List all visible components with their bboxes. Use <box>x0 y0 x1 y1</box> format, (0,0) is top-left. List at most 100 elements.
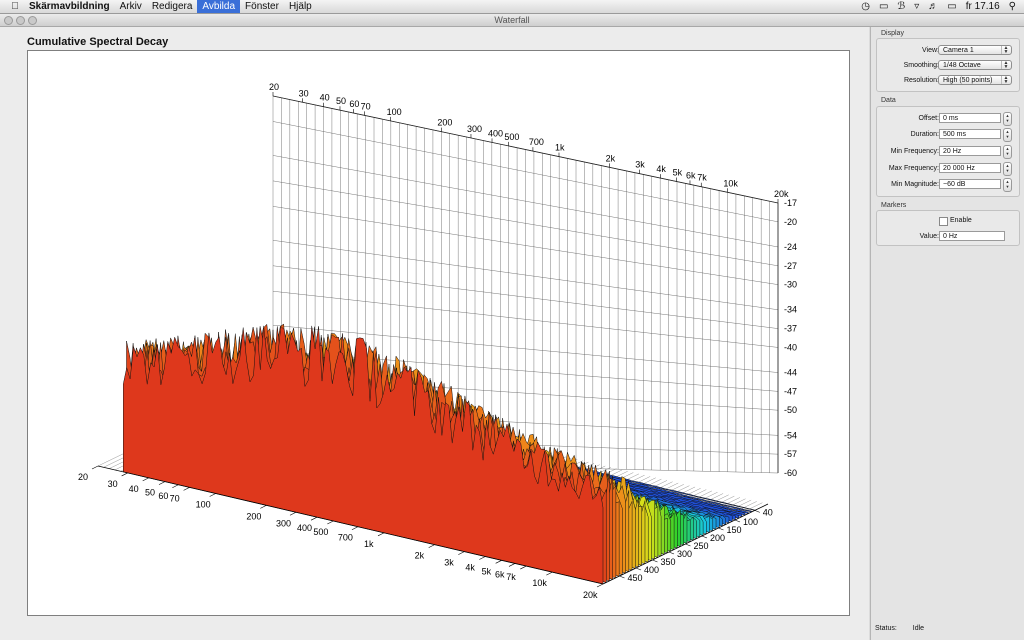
magnitude-tick-label: -20 <box>784 217 797 227</box>
freq-tick-label-back: 6k <box>686 170 696 180</box>
freq-tick-label-back: 10k <box>723 178 738 188</box>
menu-app[interactable]: Skärmavbildning <box>24 0 115 13</box>
marker-value-row: Value: 0 Hz <box>877 231 1019 243</box>
magnitude-tick-label: -50 <box>784 405 797 415</box>
offset-field[interactable]: 0 ms <box>939 113 1001 123</box>
freq-tick-label-back: 100 <box>387 107 402 117</box>
min-frequency-field[interactable]: 20 Hz <box>939 146 1001 156</box>
smoothing-label: Smoothing: <box>903 62 939 69</box>
freq-tick-label-back: 40 <box>320 93 330 103</box>
freq-tick-label-back: 20 <box>269 82 279 92</box>
minimize-button[interactable] <box>16 16 25 25</box>
freq-tick-label-back: 700 <box>529 137 544 147</box>
magnitude-tick-label: -47 <box>784 386 797 396</box>
offset-row: Offset: 0 ms ▲ ▼ <box>877 112 1019 126</box>
resolution-row: Resolution: High (50 points) ▲ ▼ <box>877 75 1019 87</box>
time-tick-label: 40 <box>763 507 773 517</box>
battery-icon[interactable]: ▭ <box>947 1 956 12</box>
freq-tick <box>428 544 435 548</box>
time-tick <box>718 527 724 531</box>
min-magnitude-stepper[interactable]: ▲ ▼ <box>1003 178 1012 192</box>
volume-icon[interactable]: ♬ <box>928 1 938 12</box>
freq-tick <box>327 520 334 525</box>
freq-tick <box>377 532 385 537</box>
magnitude-tick-label: -27 <box>784 261 797 271</box>
magnitude-tick-label: -34 <box>784 305 797 315</box>
freq-tick <box>172 484 179 489</box>
resolution-select[interactable]: High (50 points) ▲ ▼ <box>938 75 1012 85</box>
max-frequency-field[interactable]: 20 000 Hz <box>939 163 1001 173</box>
markers-group-title: Markers <box>881 202 907 209</box>
freq-tick-label: 20k <box>583 590 598 600</box>
data-group-title: Data <box>881 97 896 104</box>
smoothing-select[interactable]: 1/48 Octave ▲ ▼ <box>938 60 1012 70</box>
marker-value-field[interactable]: 0 Hz <box>939 231 1005 241</box>
markers-group: Enable Value: 0 Hz <box>876 210 1020 246</box>
offset-stepper[interactable]: ▲ ▼ <box>1003 112 1012 126</box>
duration-stepper[interactable]: ▲ ▼ <box>1003 128 1012 142</box>
enable-label[interactable]: Enable <box>950 217 972 224</box>
menu-extras: ◷ ▭ ℬ ▿ ♬ ▭ fr 17.16 ⚲ <box>861 1 1024 12</box>
enable-checkbox[interactable] <box>939 217 948 226</box>
freq-tick-label: 10k <box>532 578 547 588</box>
duration-row: Duration: 500 ms ▲ ▼ <box>877 128 1019 142</box>
freq-tick-label: 1k <box>364 539 374 549</box>
clock[interactable]: fr 17.16 <box>966 1 1000 12</box>
offset-label: Offset: <box>918 115 940 122</box>
spotlight-icon[interactable]: ⚲ <box>1009 1 1016 12</box>
magnitude-tick-label: -40 <box>784 342 797 352</box>
freq-tick <box>158 481 166 485</box>
freq-tick-label-back: 5k <box>673 168 683 178</box>
waterfall-plot[interactable]: -17 -20 -24 -27 -30 -34 -37 -40 -44 -47 -50 -54 -57 -… <box>28 51 849 615</box>
window-titlebar: Waterfall <box>0 14 1024 27</box>
chart-title: Cumulative Spectral Decay <box>27 36 169 48</box>
magnitude-tick-label: -44 <box>784 368 797 378</box>
max-frequency-stepper[interactable]: ▲ ▼ <box>1003 162 1012 176</box>
view-label: View: <box>922 47 939 54</box>
magnitude-tick-label: -24 <box>784 242 797 252</box>
view-select[interactable]: Camera 1 ▲ ▼ <box>938 45 1012 55</box>
min-frequency-row: Min Frequency: 20 Hz ▲ ▼ <box>877 145 1019 159</box>
freq-tick-label: 60 <box>158 491 168 501</box>
max-frequency-row: Max Frequency: 20 000 Hz ▲ ▼ <box>877 162 1019 176</box>
time-tick <box>668 551 675 555</box>
plot-frame[interactable]: -17 -20 -24 -27 -30 -34 -37 -40 -44 -47 -50 -54 -57 -… <box>27 50 850 616</box>
zoom-button[interactable] <box>28 16 37 25</box>
time-machine-icon[interactable]: ◷ <box>861 1 870 12</box>
freq-tick-label: 300 <box>276 518 291 528</box>
settings-panel: Display View: Camera 1 ▲ ▼ Smoothing: 1/48… <box>870 27 1024 640</box>
min-magnitude-row: Min Magnitude: −60 dB ▲ ▼ <box>877 178 1019 192</box>
freq-tick <box>91 465 99 470</box>
menu-hjalp[interactable]: Hjälp <box>284 0 317 13</box>
freq-tick-label-back: 60 <box>349 99 359 109</box>
window-controls <box>4 16 37 25</box>
time-tick <box>701 535 708 539</box>
freq-tick-label-back: 50 <box>336 96 346 106</box>
freq-tick <box>351 526 359 531</box>
menu-fonster[interactable]: Fönster <box>240 0 284 13</box>
menu-arkiv[interactable]: Arkiv <box>115 0 147 13</box>
time-tick <box>652 559 658 563</box>
freq-tick <box>508 563 516 567</box>
duration-field[interactable]: 500 ms <box>939 129 1001 139</box>
smoothing-row: Smoothing: 1/48 Octave ▲ ▼ <box>877 60 1019 72</box>
time-tick-label: 250 <box>694 541 709 551</box>
popup-arrows-icon: ▲ ▼ <box>1001 46 1010 55</box>
bluetooth-icon[interactable]: ℬ <box>897 1 905 12</box>
close-button[interactable] <box>4 16 13 25</box>
freq-tick-label: 70 <box>170 493 180 503</box>
status-bar: Status: Idle <box>875 625 938 632</box>
freq-tick-label-back: 500 <box>504 132 519 142</box>
menu-redigera[interactable]: Redigera <box>147 0 198 13</box>
min-frequency-stepper[interactable]: ▲ ▼ <box>1003 145 1012 159</box>
magnitude-tick-label: -37 <box>784 324 797 334</box>
menu-avbilda[interactable]: Avbilda <box>197 0 241 13</box>
wifi-icon[interactable]: ▿ <box>914 1 919 12</box>
apple-menu-icon[interactable]:  <box>6 1 24 12</box>
min-magnitude-field[interactable]: −60 dB <box>939 179 1001 189</box>
freq-tick-label: 4k <box>465 563 475 573</box>
marker-value-label: Value: <box>919 233 939 240</box>
display-icon[interactable]: ▭ <box>879 1 888 12</box>
freq-tick-label: 6k <box>495 569 505 579</box>
freq-tick-label-back: 20k <box>774 189 789 199</box>
